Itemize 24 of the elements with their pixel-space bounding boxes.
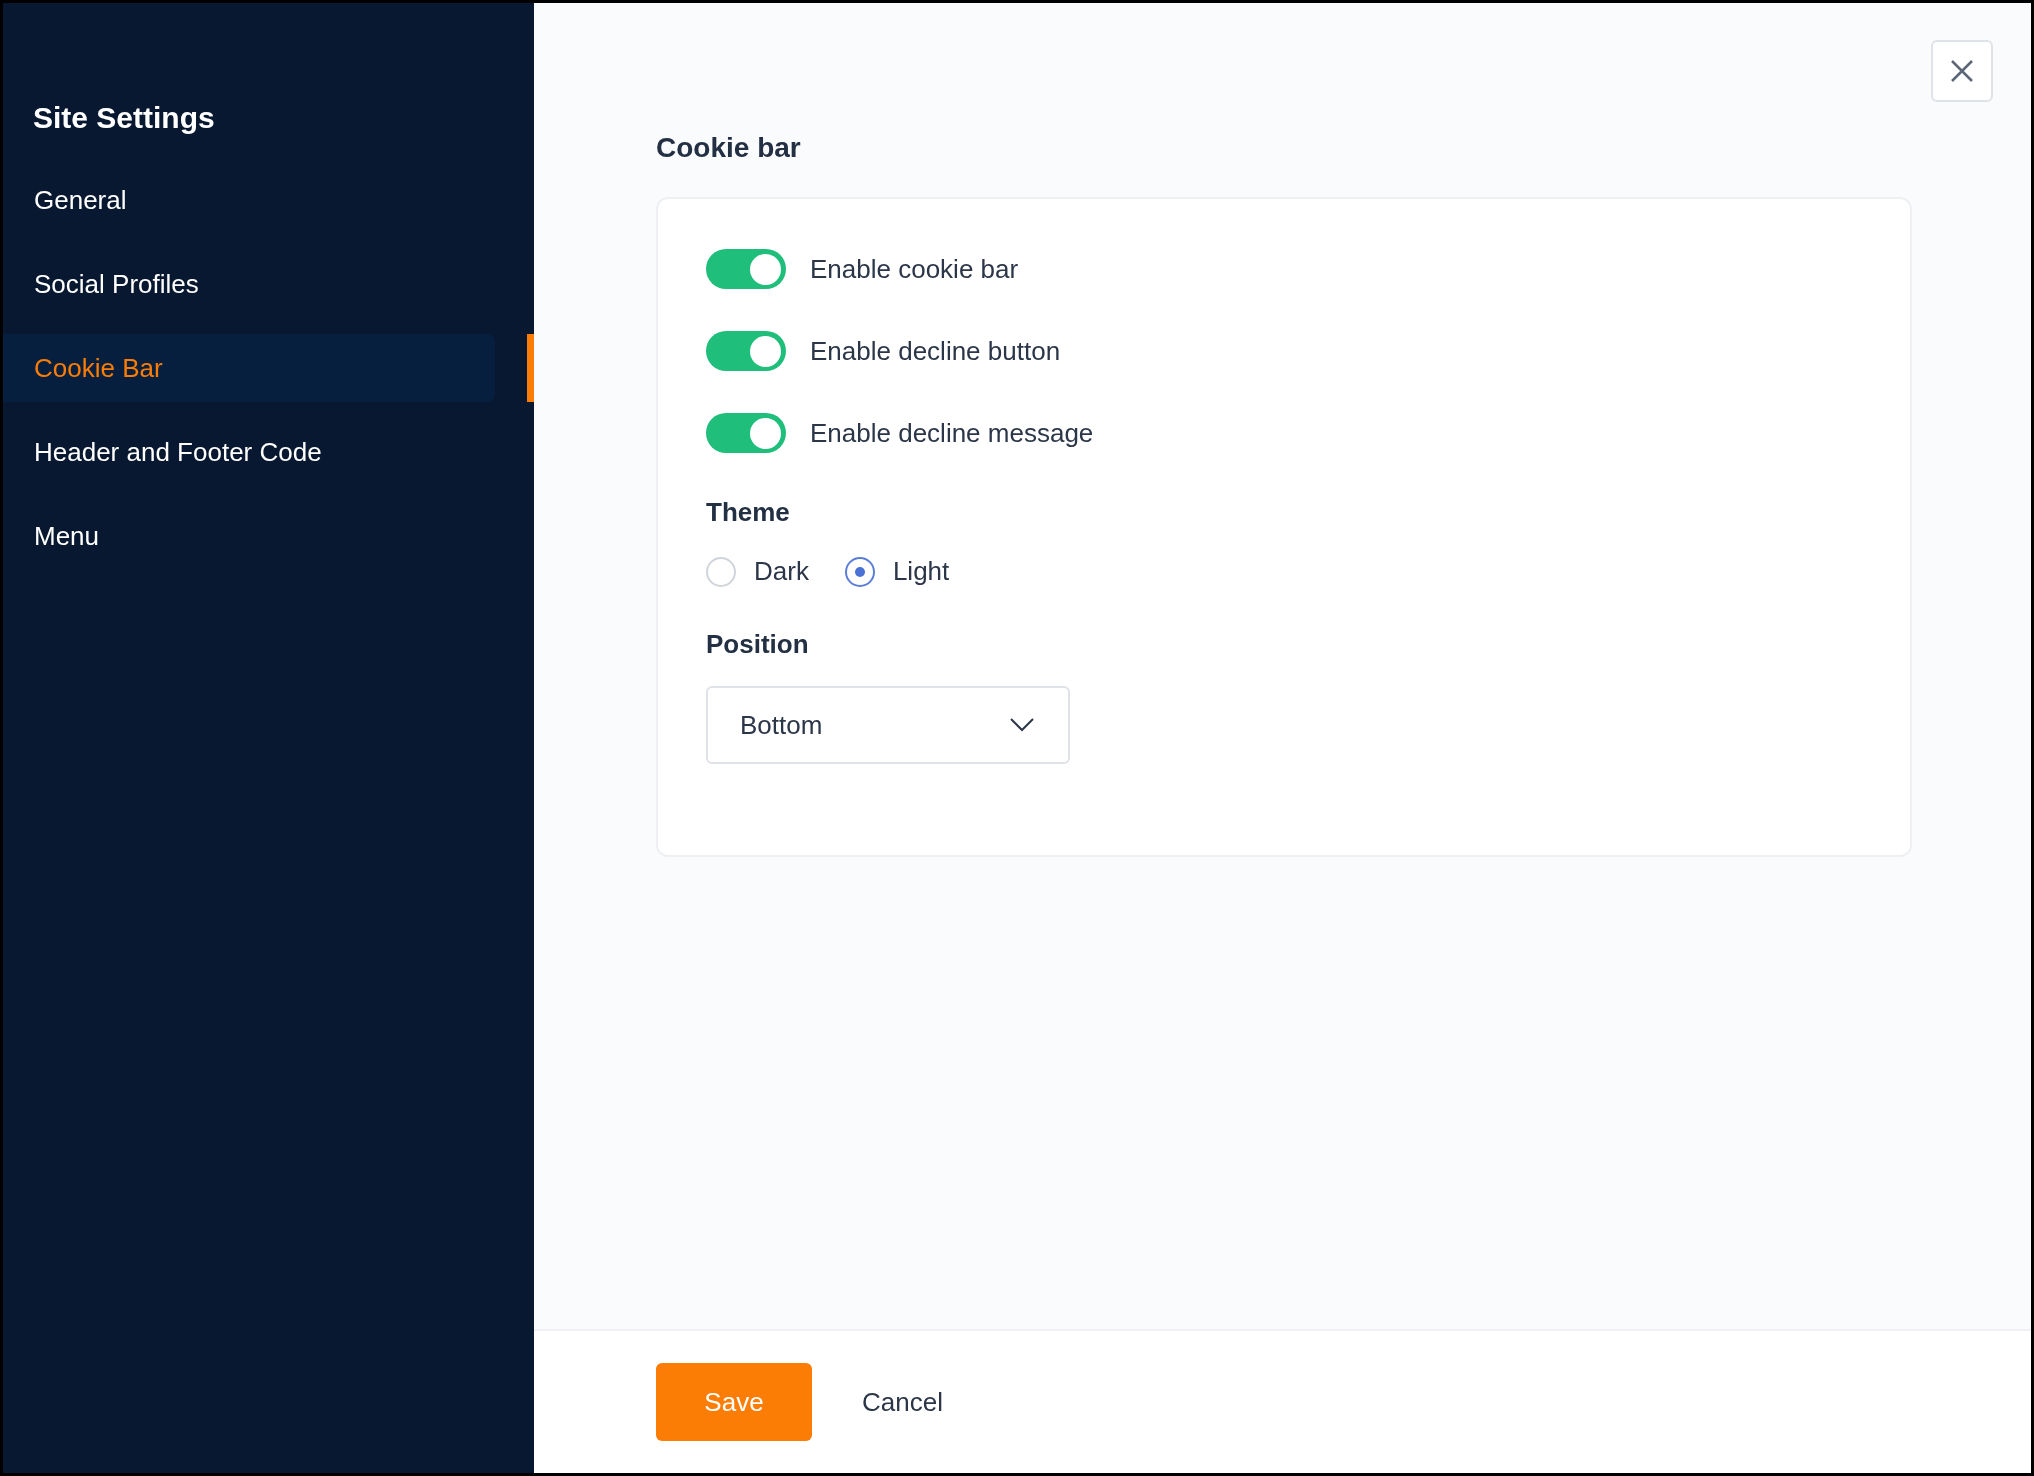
sidebar-item[interactable]: Header and Footer Code xyxy=(3,418,495,486)
radio-label: Light xyxy=(892,555,950,588)
sidebar-item[interactable]: General xyxy=(3,166,495,234)
sidebar-item[interactable]: Menu xyxy=(3,502,495,570)
toggle-label: Enable decline button xyxy=(810,334,1061,368)
radio-label: Dark xyxy=(754,555,809,588)
sidebar-item[interactable]: Social Profiles xyxy=(3,250,495,318)
position-select[interactable]: Bottom xyxy=(706,686,1070,764)
cancel-button[interactable]: Cancel xyxy=(842,1363,963,1441)
radio-button[interactable] xyxy=(844,556,875,587)
active-indicator xyxy=(527,334,534,402)
theme-label: Theme xyxy=(706,496,791,529)
toggle-label: Enable decline message xyxy=(810,416,1094,450)
section-title: Cookie bar xyxy=(656,131,802,165)
toggle-label: Enable cookie bar xyxy=(810,252,1019,286)
toggle-switch[interactable] xyxy=(706,413,786,453)
position-label: Position xyxy=(706,628,810,661)
sidebar-item[interactable]: Cookie Bar xyxy=(3,334,495,402)
sidebar-title: Site Settings xyxy=(32,100,216,136)
toggle-switch[interactable] xyxy=(706,331,786,371)
close-icon xyxy=(1950,59,1974,83)
toggle-switch[interactable] xyxy=(706,249,786,289)
chevron-down-icon xyxy=(1010,718,1034,732)
close-button[interactable] xyxy=(1931,40,1993,102)
